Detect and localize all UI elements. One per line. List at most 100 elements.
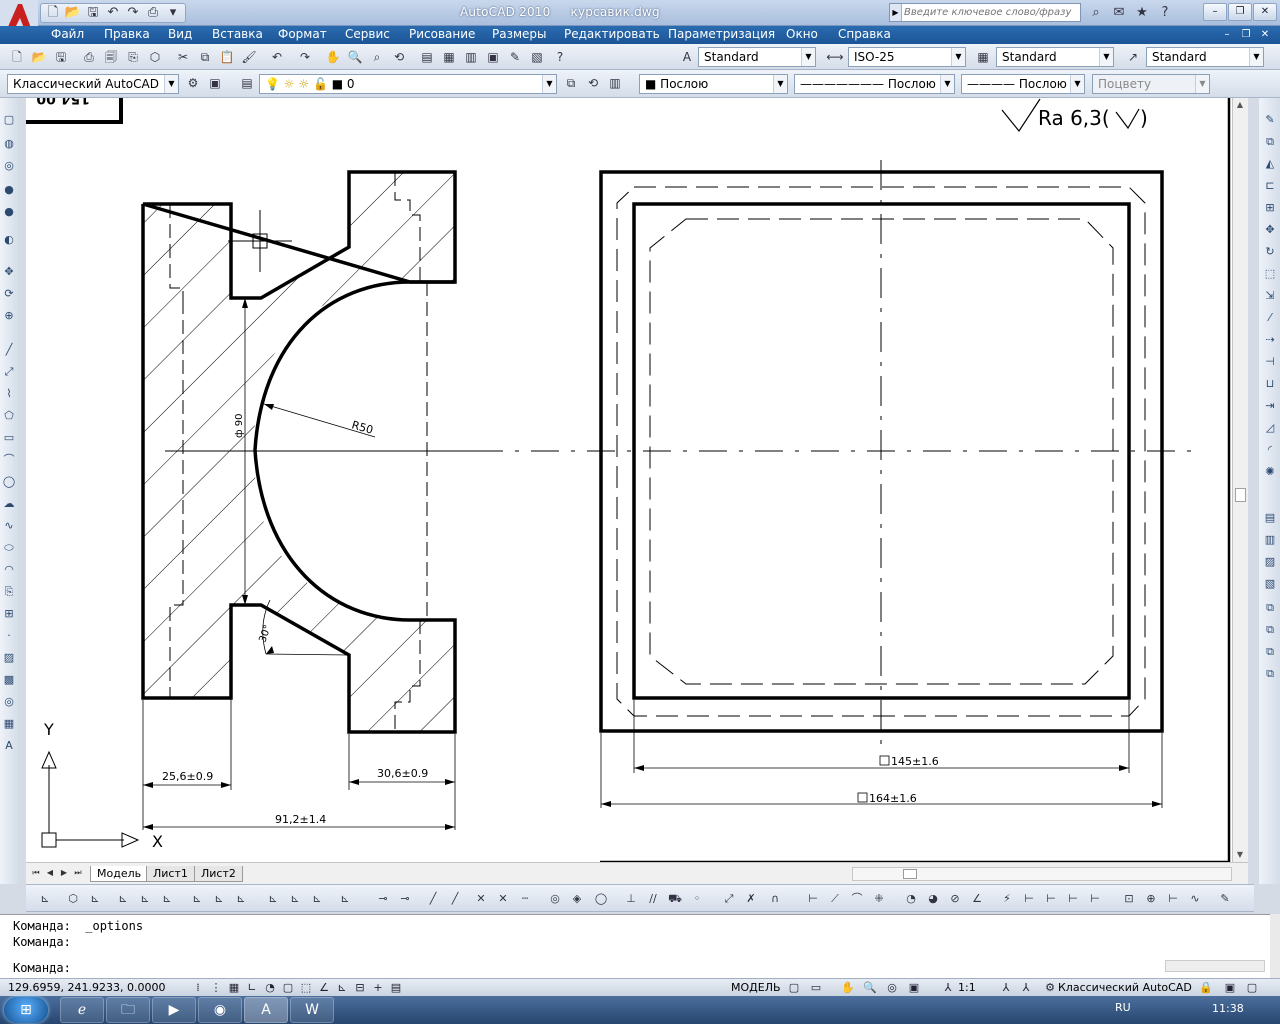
region-icon[interactable]: ◎ bbox=[1, 694, 17, 710]
file-explorer-icon[interactable]: 🗀 bbox=[106, 997, 150, 1023]
toolbar-lock-icon[interactable]: 🔒 bbox=[1198, 980, 1214, 996]
extend-icon[interactable]: ⇢ bbox=[1262, 332, 1278, 348]
cut-icon[interactable]: ✂ bbox=[174, 48, 192, 66]
steering-wheel-icon[interactable]: ◎ bbox=[884, 980, 900, 996]
annotation-scale-value[interactable]: 1:1 bbox=[958, 981, 976, 994]
send-under-icon[interactable]: ⧉ bbox=[1262, 666, 1278, 682]
chamfer-icon[interactable]: ◿ bbox=[1262, 420, 1278, 436]
snap-quadrant-icon[interactable]: ◈ bbox=[568, 890, 586, 908]
snap-temp-track-icon[interactable]: ⊸ bbox=[374, 890, 392, 908]
multileader-style-icon[interactable]: ↗ bbox=[1124, 48, 1142, 66]
revcloud-icon[interactable]: ☁ bbox=[1, 496, 17, 512]
left-flange-dimension-text[interactable]: 25,6±0.9 bbox=[162, 770, 213, 783]
lineweight-combo[interactable]: ———— Послою ▼ bbox=[961, 74, 1085, 94]
diameter-dimension-text[interactable]: ф 90 bbox=[234, 414, 245, 438]
menu-dimension[interactable]: Размеры bbox=[492, 27, 547, 41]
right-flange-dimension-text[interactable]: 30,6±0.9 bbox=[377, 767, 428, 780]
match-properties-icon[interactable]: 🖌 bbox=[240, 48, 258, 66]
ucs-3point-icon[interactable]: ⊾ bbox=[286, 890, 304, 908]
tab-last-icon[interactable]: ⏭ bbox=[72, 866, 84, 880]
dim-baseline-icon[interactable]: ⊢ bbox=[1020, 890, 1038, 908]
bring-front-icon[interactable]: ⧉ bbox=[1262, 600, 1278, 616]
command-line-hscrollbar[interactable] bbox=[1165, 960, 1265, 972]
osnap-settings-magnet-icon[interactable]: ∩ bbox=[766, 890, 784, 908]
plan-view[interactable]: 145±1.6 164±1.6 bbox=[599, 160, 1164, 808]
ucs-view-icon[interactable]: ⊾ bbox=[210, 890, 228, 908]
scale-icon[interactable]: ⬚ bbox=[1262, 266, 1278, 282]
material-sphere-icon[interactable]: ● bbox=[1, 204, 17, 220]
3d-object-snap-icon[interactable]: ⬚ bbox=[298, 980, 314, 996]
attribute-edit-icon[interactable]: ▧ bbox=[1262, 576, 1278, 592]
table-style-icon[interactable]: ▦ bbox=[974, 48, 992, 66]
ucs-apply-icon[interactable]: ⊾ bbox=[336, 890, 354, 908]
binoculars-icon[interactable]: ⌕ bbox=[1086, 3, 1106, 22]
menu-modify[interactable]: Редактировать bbox=[564, 27, 660, 41]
ucs-x-icon[interactable]: ⊾ bbox=[308, 890, 326, 908]
showmotion-icon[interactable]: ▣ bbox=[906, 980, 922, 996]
table-style-combo[interactable]: Standard ▼ bbox=[996, 47, 1114, 67]
spline-icon[interactable]: ∿ bbox=[1, 518, 17, 534]
command-line-window[interactable]: Команда: _options Команда: Команда: bbox=[0, 914, 1270, 978]
lineweight-toggle-icon[interactable]: + bbox=[370, 980, 386, 996]
dim-ordinate-icon[interactable]: ⁜ bbox=[870, 890, 888, 908]
table-icon[interactable]: ▦ bbox=[1, 716, 17, 732]
ucs-origin-icon[interactable]: ⊾ bbox=[232, 890, 250, 908]
polyline-icon[interactable]: ⌇ bbox=[1, 386, 17, 402]
tab-next-icon[interactable]: ▶ bbox=[58, 866, 70, 880]
sheet-set-icon[interactable]: ▣ bbox=[484, 48, 502, 66]
minimize-icon[interactable]: – bbox=[1203, 3, 1227, 21]
layer-states-icon[interactable]: ▥ bbox=[606, 74, 624, 92]
inspection-icon[interactable]: ⊢ bbox=[1164, 890, 1182, 908]
save-icon[interactable]: 🖫 bbox=[84, 4, 102, 22]
quick-view-layouts-icon[interactable]: ▢ bbox=[786, 980, 802, 996]
copy-icon[interactable]: ⧉ bbox=[196, 48, 214, 66]
insert-block-icon[interactable]: ⎘ bbox=[1, 584, 17, 600]
word-icon[interactable]: W bbox=[290, 997, 334, 1023]
dim-diameter-icon[interactable]: ⊘ bbox=[946, 890, 964, 908]
move-icon[interactable]: ✥ bbox=[1262, 222, 1278, 238]
bring-above-icon[interactable]: ⧉ bbox=[1262, 644, 1278, 660]
menu-edit[interactable]: Правка bbox=[104, 27, 150, 41]
vertical-scroll-thumb[interactable] bbox=[1235, 488, 1246, 502]
color-combo[interactable]: ■ Послою ▼ bbox=[639, 74, 788, 94]
snap-node-icon[interactable]: ◦ bbox=[688, 890, 706, 908]
internet-explorer-icon[interactable]: ℯ bbox=[60, 997, 104, 1023]
pan-icon[interactable]: ✋ bbox=[324, 48, 342, 66]
dim-edit-icon[interactable]: ✎ bbox=[1216, 890, 1234, 908]
design-center-icon[interactable]: ▦ bbox=[440, 48, 458, 66]
rotate-icon[interactable]: ↻ bbox=[1262, 244, 1278, 260]
plot-icon[interactable]: ⎙ bbox=[80, 48, 98, 66]
angle-dimension-text[interactable]: 30° bbox=[257, 624, 273, 644]
mtext-icon[interactable]: A bbox=[1, 738, 17, 754]
search-expand-icon[interactable]: ▶ bbox=[890, 4, 902, 21]
snap-perpendicular-icon[interactable]: ⊥ bbox=[622, 890, 640, 908]
snap-mode-icon[interactable]: ⋮ bbox=[208, 980, 224, 996]
layer-combo[interactable]: 💡 ☼ ☼ 🔓 ■ 0 ▼ bbox=[259, 74, 557, 94]
polar-tracking-icon[interactable]: ◔ bbox=[262, 980, 278, 996]
ucs-icon-btn[interactable]: ⊾ bbox=[36, 890, 54, 908]
windows-start-button[interactable]: ⊞ bbox=[4, 997, 48, 1023]
system-clock[interactable]: 11:38 bbox=[1212, 1002, 1244, 1015]
explode-icon[interactable]: ✺ bbox=[1262, 464, 1278, 480]
mirror-icon[interactable]: ◭ bbox=[1262, 156, 1278, 172]
dim-style-icon[interactable]: ⟷ bbox=[826, 48, 844, 66]
ortho-mode-icon[interactable]: ∟ bbox=[244, 980, 260, 996]
linetype-combo[interactable]: ——————— Послою ▼ bbox=[794, 74, 955, 94]
drawing-canvas[interactable]: 154 00 Ra 6,3( ) ф 90 R50 30° 25,6±0.9 3… bbox=[26, 98, 1232, 862]
inner-square-dimension-text[interactable]: 145±1.6 bbox=[891, 755, 939, 768]
menu-help[interactable]: Справка bbox=[838, 27, 891, 41]
clean-screen-icon[interactable]: ▢ bbox=[1244, 980, 1260, 996]
tab-layout1[interactable]: Лист1 bbox=[146, 866, 195, 882]
break-icon[interactable]: ⊔ bbox=[1262, 376, 1278, 392]
dim-radius-icon[interactable]: ◔ bbox=[902, 890, 920, 908]
zoom-previous-icon[interactable]: ⟲ bbox=[390, 48, 408, 66]
break-at-point-icon[interactable]: ⊣ bbox=[1262, 354, 1278, 370]
undo-icon[interactable]: ↶ bbox=[268, 48, 286, 66]
fillet-icon[interactable]: ◜ bbox=[1262, 442, 1278, 458]
erase-icon[interactable]: ✎ bbox=[1262, 112, 1278, 128]
zoom-realtime-icon[interactable]: 🔍 bbox=[346, 48, 364, 66]
properties-icon[interactable]: ▤ bbox=[418, 48, 436, 66]
scroll-up-icon[interactable]: ▲ bbox=[1233, 100, 1247, 109]
menu-tools[interactable]: Сервис bbox=[345, 27, 390, 41]
multileader-style-combo[interactable]: Standard ▼ bbox=[1146, 47, 1264, 67]
